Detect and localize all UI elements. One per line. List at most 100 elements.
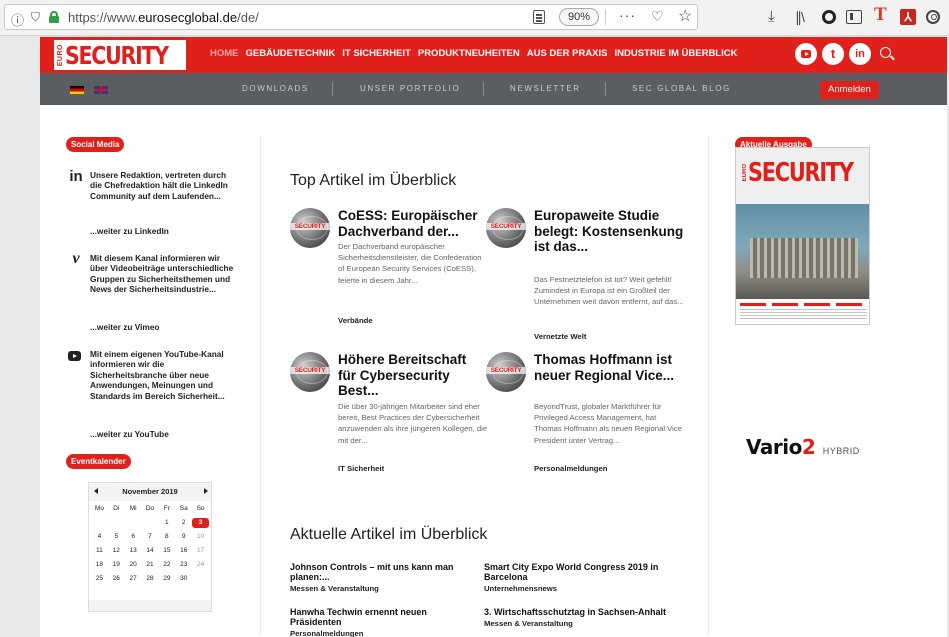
calendar-day[interactable]: 21 bbox=[142, 560, 159, 570]
article-thumbnail[interactable]: SECURITY bbox=[486, 352, 526, 392]
reader-view-icon[interactable] bbox=[533, 10, 545, 24]
calendar-day[interactable]: 17 bbox=[192, 546, 209, 556]
youtube-icon[interactable] bbox=[795, 43, 817, 65]
nav-home[interactable]: HOME bbox=[210, 48, 239, 59]
magazine-cover[interactable]: EURO SECURITY bbox=[735, 147, 870, 325]
article-title[interactable]: Europaweite Studie belegt: Kostensenkung… bbox=[534, 208, 684, 255]
page-actions-more-icon[interactable]: ··· bbox=[619, 7, 636, 23]
calendar-day[interactable]: 10 bbox=[192, 532, 209, 542]
calendar-day[interactable]: 25 bbox=[91, 574, 108, 584]
pdf-extension-icon[interactable]: ⅄ bbox=[900, 9, 916, 25]
twitter-icon[interactable]: t bbox=[822, 43, 844, 65]
article-category[interactable]: IT Sicherheit bbox=[338, 464, 384, 473]
article-title[interactable]: CoESS: Europäischer Dachverband der... bbox=[338, 208, 488, 239]
article-category[interactable]: Vernetzte Welt bbox=[534, 332, 586, 341]
flag-uk-icon[interactable] bbox=[94, 86, 108, 94]
subnav-newsletter[interactable]: NEWSLETTER bbox=[510, 84, 581, 93]
article-thumbnail[interactable]: SECURITY bbox=[290, 208, 330, 248]
linkedin-icon[interactable]: in bbox=[849, 43, 871, 65]
address-bar[interactable]: ⓘ ⛉ https://www.eurosecglobal.de/de/ 90%… bbox=[4, 4, 698, 30]
current-article[interactable]: Hanwha Techwin ernennt neuen Präsidenten… bbox=[290, 607, 480, 637]
current-article-category[interactable]: Messen & Veranstaltung bbox=[290, 584, 480, 593]
current-article-category[interactable]: Messen & Veranstaltung bbox=[484, 619, 674, 628]
subnav-portfolio[interactable]: UNSER PORTFOLIO bbox=[360, 84, 460, 93]
calendar-day[interactable]: 8 bbox=[158, 532, 175, 542]
current-article-category[interactable]: Personalmeldungen bbox=[290, 629, 480, 637]
calendar-day[interactable]: 3 bbox=[192, 518, 209, 528]
nav-aus-der-praxis[interactable]: AUS DER PRAXIS bbox=[527, 48, 608, 59]
youtube-link[interactable]: ...weiter zu YouTube bbox=[90, 429, 169, 439]
current-article[interactable]: 3. Wirtschaftsschutztag in Sachsen-Anhal… bbox=[484, 607, 674, 628]
calendar-day[interactable]: 22 bbox=[158, 560, 175, 570]
calendar-weekday: Di bbox=[113, 505, 120, 512]
current-article[interactable]: Johnson Controls – mit uns kann man plan… bbox=[290, 562, 480, 593]
calendar-day[interactable]: 5 bbox=[108, 532, 125, 542]
article-category[interactable]: Personalmeldungen bbox=[534, 464, 607, 473]
calendar-day[interactable]: 18 bbox=[91, 560, 108, 570]
calendar-day[interactable]: 30 bbox=[175, 574, 192, 584]
calendar-day[interactable]: 16 bbox=[175, 546, 192, 556]
calendar-day[interactable]: 9 bbox=[175, 532, 192, 542]
extension-t-icon[interactable]: T bbox=[874, 5, 887, 25]
pocket-icon[interactable]: ♡ bbox=[651, 8, 664, 25]
calendar-day[interactable]: 19 bbox=[108, 560, 125, 570]
flag-de-icon[interactable] bbox=[70, 86, 84, 94]
login-button[interactable]: Anmelden bbox=[820, 81, 879, 99]
nav-gebaeudetechnik[interactable]: GEBÄUDETECHNIK bbox=[246, 48, 336, 59]
zoom-level-button[interactable]: 90% bbox=[559, 8, 600, 26]
calendar-day[interactable]: 14 bbox=[142, 546, 159, 556]
current-article[interactable]: Smart City Expo World Congress 2019 in B… bbox=[484, 562, 674, 593]
lock-icon[interactable] bbox=[49, 11, 59, 23]
event-calendar: November 2019 Mo Di Mi Do Fr Sa So 1 2 3 4 5 6 7 8 9 10 1… bbox=[88, 482, 212, 612]
search-icon[interactable] bbox=[880, 47, 891, 58]
calendar-day[interactable]: 15 bbox=[158, 546, 175, 556]
nav-industrie[interactable]: INDUSTRIE IM ÜBERBLICK bbox=[615, 48, 738, 59]
article-title[interactable]: Thomas Hoffmann ist neuer Regional Vice.… bbox=[534, 352, 684, 383]
calendar-day[interactable]: 27 bbox=[125, 574, 142, 584]
info-icon[interactable]: ⓘ bbox=[11, 10, 24, 29]
subnav-downloads[interactable]: DOWNLOADS bbox=[242, 84, 309, 93]
subnav-blog[interactable]: SEC GLOBAL BLOG bbox=[632, 84, 731, 93]
library-icon[interactable]: ∥\ bbox=[795, 7, 805, 27]
article-excerpt: Das Festnetztelefon ist tot? Weit gefehl… bbox=[534, 275, 684, 307]
article-category[interactable]: Verbände bbox=[338, 316, 373, 325]
current-article-title[interactable]: Hanwha Techwin ernennt neuen Präsidenten bbox=[290, 607, 480, 627]
tracking-shield-icon[interactable]: ⛉ bbox=[31, 10, 40, 25]
calendar-day[interactable]: 13 bbox=[125, 546, 142, 556]
vimeo-link[interactable]: ...weiter zu Vimeo bbox=[90, 322, 159, 332]
site-logo[interactable]: EURO SECURITY bbox=[54, 40, 186, 70]
current-article-title[interactable]: Smart City Expo World Congress 2019 in B… bbox=[484, 562, 674, 582]
calendar-day[interactable]: 4 bbox=[91, 532, 108, 542]
calendar-day[interactable]: 2 bbox=[175, 518, 192, 528]
calendar-next-icon[interactable] bbox=[204, 488, 208, 494]
calendar-day[interactable]: 6 bbox=[125, 532, 142, 542]
linkedin-link[interactable]: ...weiter zu LinkedIn bbox=[90, 226, 169, 236]
article-title[interactable]: Höhere Bereitschaft für Cybersecurity Be… bbox=[338, 352, 488, 399]
calendar-day[interactable]: 29 bbox=[158, 574, 175, 584]
nav-produktneuheiten[interactable]: PRODUKTNEUHEITEN bbox=[418, 48, 520, 59]
calendar-day[interactable]: 11 bbox=[91, 546, 108, 556]
calendar-day[interactable]: 24 bbox=[192, 560, 209, 570]
calendar-day[interactable]: 28 bbox=[142, 574, 159, 584]
sidebar-icon[interactable] bbox=[846, 10, 862, 24]
calendar-day[interactable]: 1 bbox=[158, 518, 175, 528]
nav-it-sicherheit[interactable]: IT SICHERHEIT bbox=[342, 48, 411, 59]
calendar-day[interactable]: 12 bbox=[108, 546, 125, 556]
sponsor-logo[interactable]: Vario2 HYBRID bbox=[746, 435, 860, 459]
current-article-title[interactable]: 3. Wirtschaftsschutztag in Sachsen-Anhal… bbox=[484, 607, 674, 617]
current-article-category[interactable]: Unternehmensnews bbox=[484, 584, 674, 593]
download-icon[interactable]: ⤓ bbox=[768, 7, 775, 27]
current-article-title[interactable]: Johnson Controls – mit uns kann man plan… bbox=[290, 562, 480, 582]
extension-circle-icon[interactable] bbox=[822, 10, 836, 24]
calendar-day[interactable]: 26 bbox=[108, 574, 125, 584]
calendar-day[interactable]: 7 bbox=[142, 532, 159, 542]
account-icon[interactable] bbox=[926, 10, 940, 24]
article-thumbnail[interactable]: SECURITY bbox=[290, 352, 330, 392]
calendar-day[interactable]: 23 bbox=[175, 560, 192, 570]
article-thumbnail[interactable]: SECURITY bbox=[486, 208, 526, 248]
calendar-weekday: Mo bbox=[94, 505, 104, 512]
url-text[interactable]: https://www.eurosecglobal.de/de/ bbox=[68, 10, 259, 25]
sponsor-name: Vario2 bbox=[746, 435, 816, 459]
calendar-day[interactable]: 20 bbox=[125, 560, 142, 570]
bookmark-star-icon[interactable]: ☆ bbox=[678, 6, 692, 26]
